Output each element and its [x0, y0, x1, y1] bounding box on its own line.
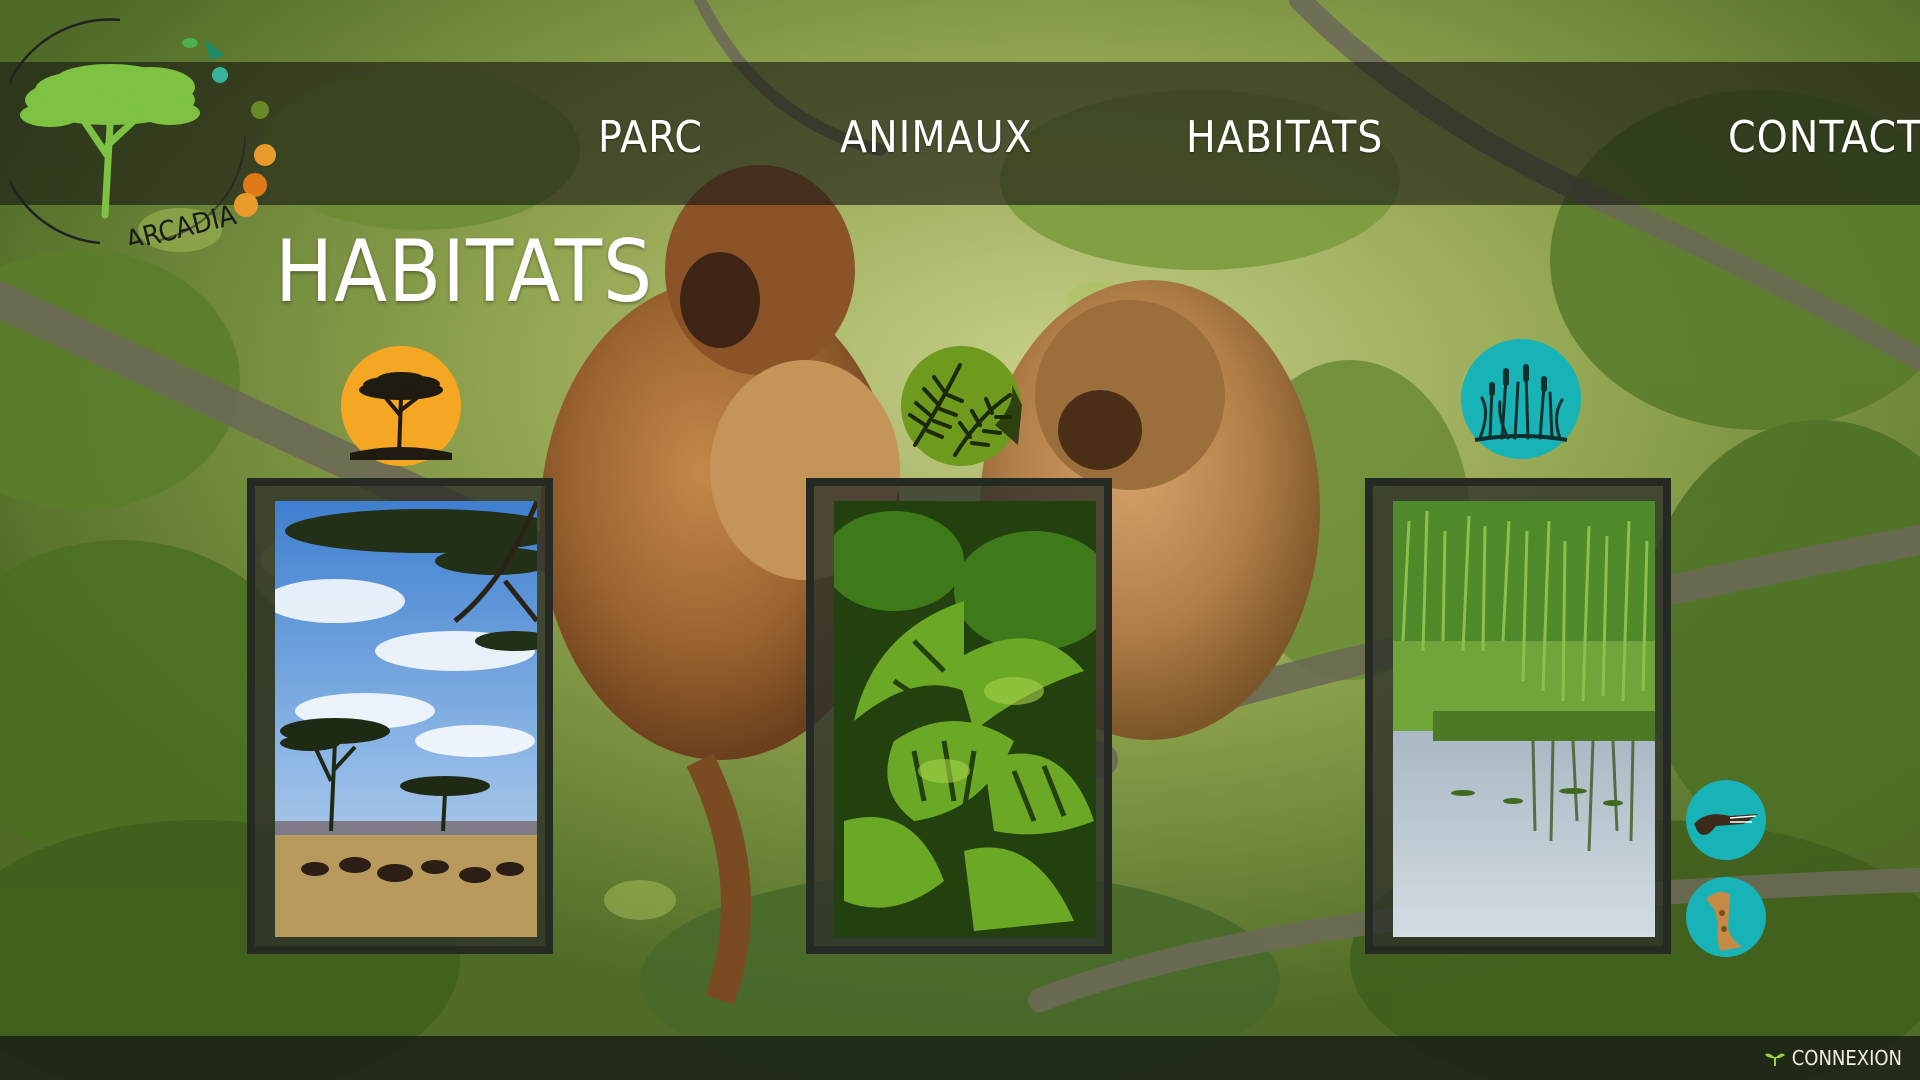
habitat-card-jungle[interactable] — [806, 478, 1112, 954]
giraffe-icon[interactable] — [1686, 877, 1766, 957]
marsh-photo — [1393, 501, 1655, 937]
footer-bar — [0, 1036, 1920, 1080]
login-label: CONNEXION — [1791, 1046, 1902, 1070]
nav-link-contact[interactable]: CONTACT — [1728, 112, 1920, 163]
nav-link-parc[interactable]: PARC — [598, 112, 703, 163]
marsh-reeds-icon[interactable] — [1460, 338, 1582, 460]
arcadia-logo[interactable]: ARCADIA — [10, 15, 295, 245]
page-title: HABITATS — [275, 222, 654, 322]
nav-link-habitats[interactable]: HABITATS — [1186, 112, 1383, 163]
login-button[interactable]: CONNEXION — [1764, 1046, 1902, 1070]
savanna-photo — [275, 501, 537, 937]
jungle-photo — [834, 501, 1096, 937]
jungle-fern-icon[interactable] — [900, 345, 1022, 467]
savanna-tree-icon[interactable] — [340, 345, 462, 467]
habitat-card-marsh[interactable] — [1365, 478, 1671, 954]
nav-link-animaux[interactable]: ANIMAUX — [840, 112, 1033, 163]
sprout-icon — [1764, 1053, 1785, 1066]
logo-text: ARCADIA — [122, 198, 240, 245]
crocodile-icon[interactable] — [1686, 780, 1766, 860]
habitat-card-savanna[interactable] — [247, 478, 553, 954]
